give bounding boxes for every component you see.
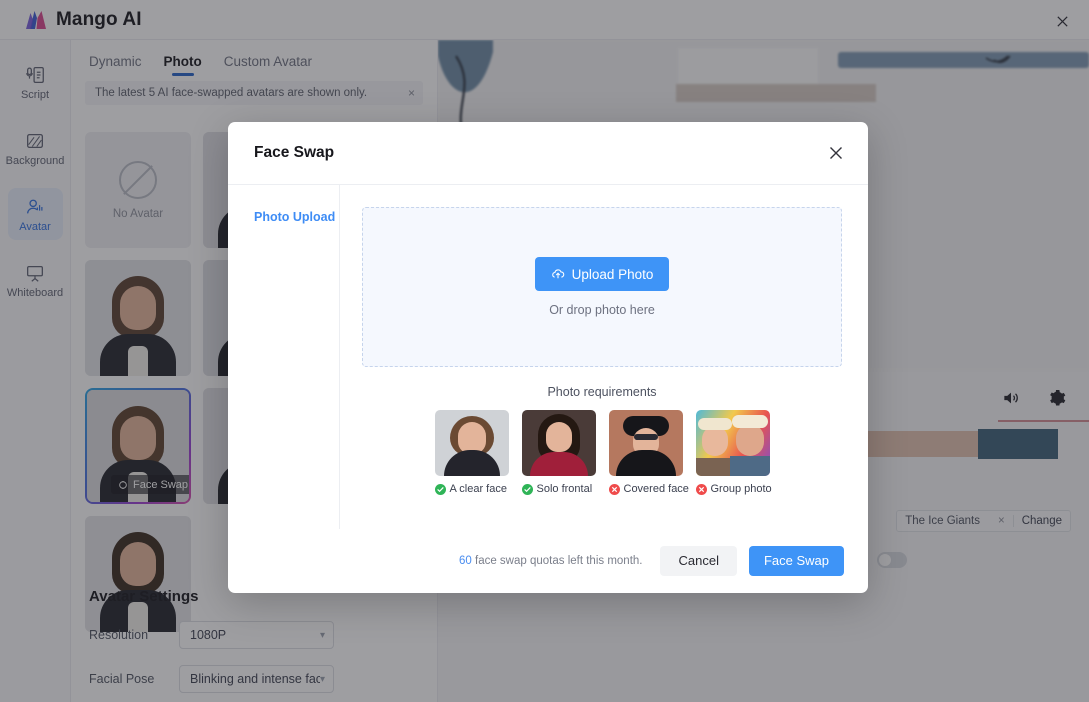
requirement-thumbnail bbox=[521, 410, 596, 476]
upload-cloud-icon bbox=[551, 269, 564, 279]
upload-photo-label: Upload Photo bbox=[571, 266, 654, 282]
photo-dropzone[interactable]: Upload Photo Or drop photo here bbox=[362, 207, 842, 367]
quota-count: 60 bbox=[459, 554, 472, 567]
modal-title: Face Swap bbox=[254, 144, 335, 161]
modal-main: Upload Photo Or drop photo here Photo re… bbox=[340, 185, 868, 529]
requirement-item: Solo frontal bbox=[521, 410, 596, 495]
modal-body: Photo Upload Upload Photo Or drop photo … bbox=[228, 184, 868, 529]
cross-icon bbox=[608, 483, 620, 495]
close-icon bbox=[830, 147, 842, 159]
quota-message: face swap quotas left this month. bbox=[475, 554, 643, 567]
photo-requirements-title: Photo requirements bbox=[547, 385, 657, 399]
requirement-caption: Group photo bbox=[695, 483, 772, 495]
requirement-thumbnail bbox=[434, 410, 509, 476]
requirement-item: Covered face bbox=[608, 410, 689, 495]
check-icon bbox=[521, 483, 533, 495]
check-icon bbox=[434, 483, 446, 495]
photo-requirements-list: A clear face Solo frontal Covered face G… bbox=[362, 410, 842, 495]
modal-footer: 60 face swap quotas left this month. Can… bbox=[228, 529, 868, 592]
requirement-label: A clear face bbox=[449, 483, 507, 495]
requirement-caption: A clear face bbox=[434, 483, 509, 495]
requirement-item: A clear face bbox=[434, 410, 509, 495]
quota-text: 60 face swap quotas left this month. bbox=[459, 555, 642, 567]
drop-hint-text: Or drop photo here bbox=[549, 303, 655, 317]
requirement-label: Covered face bbox=[623, 483, 689, 495]
requirement-thumbnail bbox=[695, 410, 770, 476]
modal-side-nav: Photo Upload bbox=[228, 185, 340, 529]
modal-header: Face Swap bbox=[228, 122, 868, 184]
nav-item-photo-upload[interactable]: Photo Upload bbox=[254, 210, 339, 224]
upload-photo-button[interactable]: Upload Photo bbox=[534, 257, 670, 291]
face-swap-confirm-button[interactable]: Face Swap bbox=[748, 545, 844, 576]
requirement-caption: Covered face bbox=[608, 483, 689, 495]
requirement-label: Group photo bbox=[710, 483, 772, 495]
modal-close-button[interactable] bbox=[828, 145, 844, 161]
app-root: Mango AI Script Background Avatar Whiteb… bbox=[0, 0, 1089, 702]
requirement-thumbnail bbox=[608, 410, 683, 476]
requirement-label: Solo frontal bbox=[536, 483, 593, 495]
face-swap-modal: Face Swap Photo Upload Upload Photo Or d… bbox=[228, 122, 868, 593]
cancel-button[interactable]: Cancel bbox=[660, 545, 737, 576]
cross-icon bbox=[695, 483, 707, 495]
requirement-caption: Solo frontal bbox=[521, 483, 596, 495]
requirement-item: Group photo bbox=[695, 410, 772, 495]
